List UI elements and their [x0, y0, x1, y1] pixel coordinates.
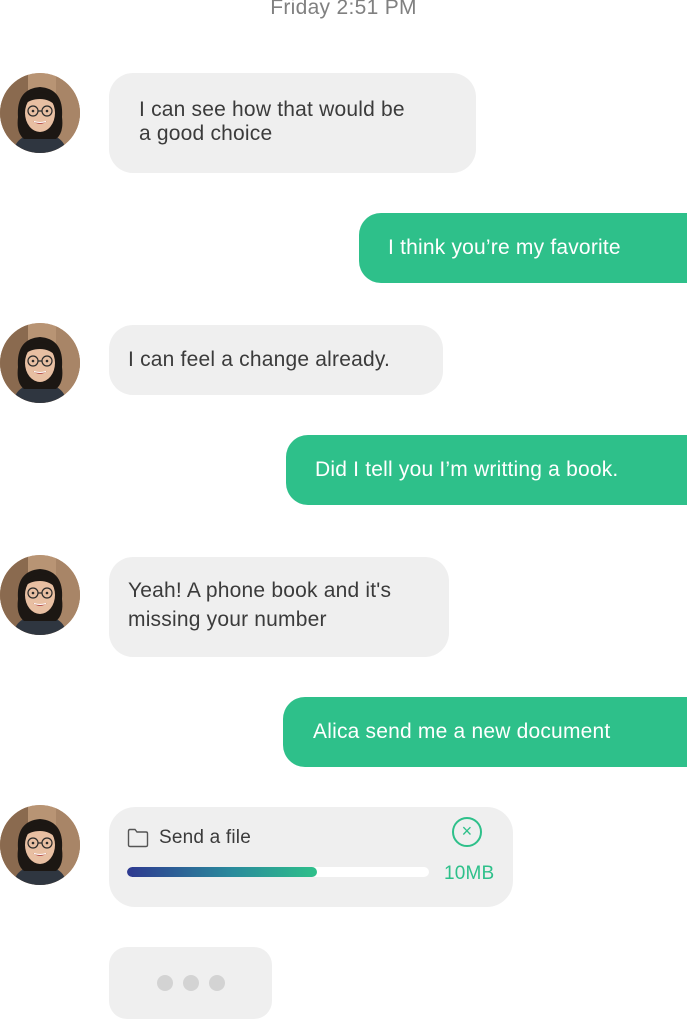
message-bubble-incoming: I can see how that would be a good choic… [109, 73, 476, 173]
contact-avatar[interactable] [0, 555, 80, 635]
message-bubble-incoming: I can feel a change already. [109, 325, 443, 395]
file-label: Send a file [159, 827, 251, 848]
message-bubble-outgoing: Did I tell you I’m writting a book. [286, 435, 687, 505]
upload-progress-bar [127, 867, 429, 877]
message-text: Yeah! A phone book and it's [128, 579, 392, 602]
close-circle-icon: × [461, 821, 473, 841]
typing-dot [157, 975, 173, 991]
file-transfer-card: Send a file × 10MB [109, 807, 513, 907]
typing-indicator [109, 947, 272, 1019]
message-bubble-outgoing: Alica send me a new document [283, 697, 687, 767]
message-text: Alica send me a new document [313, 720, 611, 743]
file-size-label: 10MB [444, 863, 495, 884]
message-text: missing your number [128, 608, 327, 631]
message-text: I think you’re my favorite [388, 236, 621, 259]
typing-dot [183, 975, 199, 991]
message-bubble-incoming: Yeah! A phone book and it's missing your… [109, 557, 449, 657]
cancel-upload-button[interactable]: × [452, 817, 482, 847]
message-text: I can feel a change already. [128, 348, 391, 371]
message-text: Did I tell you I’m writting a book. [315, 458, 619, 481]
typing-dot [209, 975, 225, 991]
chat-timestamp: Friday 2:51 PM [270, 0, 417, 19]
contact-avatar[interactable] [0, 73, 80, 153]
contact-avatar[interactable] [0, 323, 80, 403]
folder-icon [127, 828, 149, 847]
message-bubble-outgoing: I think you’re my favorite [359, 213, 687, 283]
contact-avatar[interactable] [0, 805, 80, 885]
upload-progress-fill [127, 867, 318, 877]
